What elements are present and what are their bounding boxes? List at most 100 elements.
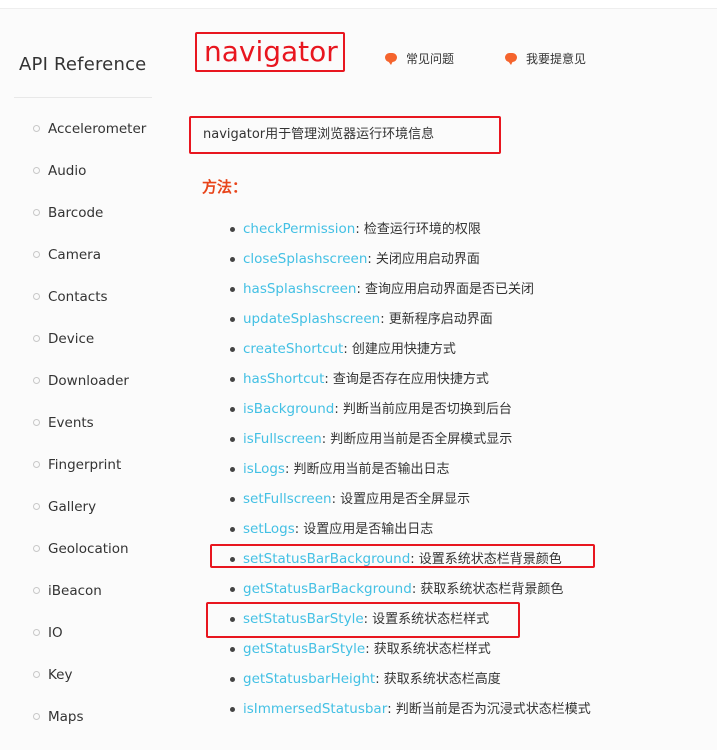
method-name[interactable]: isImmersedStatusbar [243, 701, 387, 717]
sidebar-item-label[interactable]: Barcode [48, 204, 103, 222]
method-link[interactable]: isFullscreen: 判断应用当前是否全屏模式显示 [243, 430, 512, 449]
circle-bullet-icon [33, 251, 40, 258]
sidebar-divider [14, 97, 152, 98]
circle-bullet-icon [33, 419, 40, 426]
sidebar-item-label[interactable]: Geolocation [48, 540, 129, 558]
method-name[interactable]: getStatusbarHeight [243, 671, 375, 687]
method-name[interactable]: createShortcut [243, 341, 343, 357]
sidebar-item-device[interactable]: Device [0, 330, 160, 372]
disc-bullet-icon [230, 317, 235, 322]
circle-bullet-icon [33, 335, 40, 342]
sidebar-item-label[interactable]: Camera [48, 246, 101, 264]
methods-list: checkPermission: 检查运行环境的权限 closeSplashsc… [160, 218, 680, 728]
disc-bullet-icon [230, 497, 235, 502]
method-desc: : 获取系统状态栏高度 [375, 672, 501, 687]
method-desc: : 判断应用当前是否输出日志 [284, 462, 450, 477]
method-link[interactable]: getStatusBarStyle: 获取系统状态栏样式 [243, 640, 491, 659]
circle-bullet-icon [33, 587, 40, 594]
faq-link-label[interactable]: 常见问题 [406, 52, 454, 66]
sidebar-item-label[interactable]: Key [48, 666, 72, 684]
sidebar-item-label[interactable]: Contacts [48, 288, 108, 306]
sidebar-item-key[interactable]: Key [0, 666, 160, 708]
method-desc: : 更新程序启动界面 [380, 312, 493, 327]
circle-bullet-icon [33, 713, 40, 720]
circle-bullet-icon [33, 503, 40, 510]
speech-bubble-icon [385, 53, 397, 65]
faq-link[interactable]: 常见问题 [385, 51, 454, 67]
method-name[interactable]: updateSplashscreen [243, 311, 380, 327]
sidebar-item-label[interactable]: Downloader [48, 372, 129, 390]
sidebar-list: Accelerometer Audio Barcode Camera Conta… [0, 120, 160, 750]
method-link[interactable]: isImmersedStatusbar: 判断当前是否为沉浸式状态栏模式 [243, 700, 591, 719]
sidebar-item-label[interactable]: Events [48, 414, 94, 432]
sidebar-item-geolocation[interactable]: Geolocation [0, 540, 160, 582]
sidebar-item-label[interactable]: IO [48, 624, 63, 642]
method-item-islogs: isLogs: 判断应用当前是否输出日志 [160, 458, 680, 488]
sidebar-item-io[interactable]: IO [0, 624, 160, 666]
sidebar-item-ibeacon[interactable]: iBeacon [0, 582, 160, 624]
sidebar-item-label[interactable]: Fingerprint [48, 456, 121, 474]
disc-bullet-icon [230, 587, 235, 592]
method-link[interactable]: checkPermission: 检查运行环境的权限 [243, 220, 481, 239]
sidebar-item-fingerprint[interactable]: Fingerprint [0, 456, 160, 498]
circle-bullet-icon [33, 377, 40, 384]
method-name[interactable]: hasShortcut [243, 371, 324, 387]
circle-bullet-icon [33, 167, 40, 174]
highlight-box-setstatusbarstyle [206, 602, 520, 638]
method-desc: : 判断应用当前是否全屏模式显示 [321, 432, 513, 447]
method-name[interactable]: closeSplashscreen [243, 251, 367, 267]
method-desc: : 创建应用快捷方式 [343, 342, 456, 357]
feedback-link[interactable]: 我要提意见 [505, 51, 586, 67]
method-link[interactable]: hasShortcut: 查询是否存在应用快捷方式 [243, 370, 489, 389]
sidebar: API Reference Accelerometer Audio Barcod… [0, 8, 160, 725]
circle-bullet-icon [33, 671, 40, 678]
sidebar-item-downloader[interactable]: Downloader [0, 372, 160, 414]
sidebar-item-label[interactable]: Accelerometer [48, 120, 146, 138]
method-link[interactable]: createShortcut: 创建应用快捷方式 [243, 340, 456, 359]
method-name[interactable]: setFullscreen [243, 491, 332, 507]
sidebar-item-contacts[interactable]: Contacts [0, 288, 160, 330]
circle-bullet-icon [33, 293, 40, 300]
method-desc: : 查询是否存在应用快捷方式 [324, 372, 489, 387]
method-link[interactable]: setLogs: 设置应用是否输出日志 [243, 520, 433, 539]
circle-bullet-icon [33, 629, 40, 636]
method-name[interactable]: isBackground [243, 401, 334, 417]
sidebar-item-label[interactable]: Maps [48, 708, 84, 726]
method-item-hasshortcut: hasShortcut: 查询是否存在应用快捷方式 [160, 368, 680, 398]
method-item-isbackground: isBackground: 判断当前应用是否切换到后台 [160, 398, 680, 428]
method-link[interactable]: getStatusbarHeight: 获取系统状态栏高度 [243, 670, 501, 689]
method-item-isfullscreen: isFullscreen: 判断应用当前是否全屏模式显示 [160, 428, 680, 458]
method-link[interactable]: updateSplashscreen: 更新程序启动界面 [243, 310, 493, 329]
method-name[interactable]: setLogs [243, 521, 295, 537]
method-link[interactable]: hasSplashscreen: 查询应用启动界面是否已关闭 [243, 280, 534, 299]
sidebar-item-camera[interactable]: Camera [0, 246, 160, 288]
method-link[interactable]: isLogs: 判断应用当前是否输出日志 [243, 460, 449, 479]
method-desc: : 设置应用是否输出日志 [294, 522, 434, 537]
method-desc: : 查询应用启动界面是否已关闭 [356, 282, 535, 297]
sidebar-item-label[interactable]: Gallery [48, 498, 96, 516]
method-name[interactable]: isFullscreen [243, 431, 322, 447]
method-link[interactable]: isBackground: 判断当前应用是否切换到后台 [243, 400, 512, 419]
feedback-link-label[interactable]: 我要提意见 [526, 52, 586, 66]
sidebar-item-events[interactable]: Events [0, 414, 160, 456]
sidebar-item-label[interactable]: Device [48, 330, 94, 348]
sidebar-item-label[interactable]: Audio [48, 162, 86, 180]
method-name[interactable]: getStatusBarBackground [243, 581, 412, 597]
disc-bullet-icon [230, 407, 235, 412]
sidebar-item-audio[interactable]: Audio [0, 162, 160, 204]
method-link[interactable]: getStatusBarBackground: 获取系统状态栏背景颜色 [243, 580, 563, 599]
main-content: navigator 常见问题 我要提意见 navigator用于管理浏览器运行环… [160, 8, 717, 723]
sidebar-item-maps[interactable]: Maps [0, 708, 160, 750]
sidebar-item-accelerometer[interactable]: Accelerometer [0, 120, 160, 162]
sidebar-item-label[interactable]: iBeacon [48, 582, 102, 600]
method-name[interactable]: isLogs [243, 461, 285, 477]
sidebar-item-barcode[interactable]: Barcode [0, 204, 160, 246]
method-link[interactable]: setFullscreen: 设置应用是否全屏显示 [243, 490, 470, 509]
method-link[interactable]: closeSplashscreen: 关闭应用启动界面 [243, 250, 480, 269]
method-name[interactable]: getStatusBarStyle [243, 641, 365, 657]
disc-bullet-icon [230, 377, 235, 382]
method-name[interactable]: checkPermission [243, 221, 355, 237]
method-name[interactable]: hasSplashscreen [243, 281, 357, 297]
sidebar-item-gallery[interactable]: Gallery [0, 498, 160, 540]
disc-bullet-icon [230, 707, 235, 712]
